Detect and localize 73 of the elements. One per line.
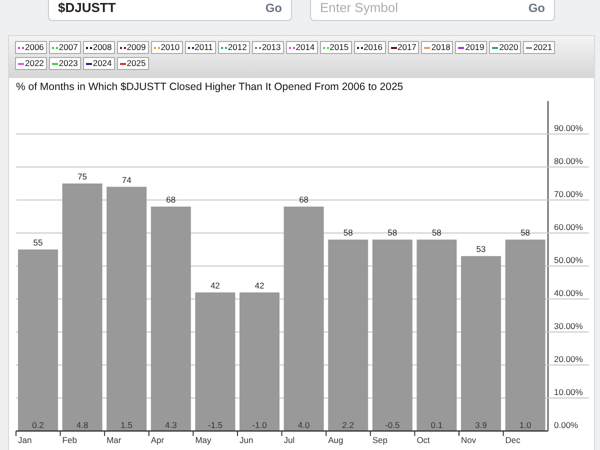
year-toggle[interactable]: 2007 bbox=[48, 41, 81, 54]
symbol-placeholder: Enter Symbol bbox=[320, 0, 400, 18]
bar-value-label: 58 bbox=[520, 228, 530, 238]
bar-value-label: 58 bbox=[388, 228, 398, 238]
average-change-label: 1.5 bbox=[120, 420, 133, 430]
tick-label: 0.00% bbox=[554, 420, 578, 430]
bar-value-label: 58 bbox=[343, 228, 353, 238]
tick-label: 80.00% bbox=[554, 156, 583, 166]
month-label: Sep bbox=[372, 435, 388, 445]
chart-title: % of Months in Which $DJUSTT Closed Higher Than It Opened From 2006 to 2025 bbox=[15, 80, 404, 93]
average-change-label: 0.1 bbox=[430, 420, 443, 430]
symbol-value: $DJUSTT bbox=[58, 0, 117, 18]
tick-label: 20.00% bbox=[554, 354, 583, 364]
tick-label: 30.00% bbox=[554, 321, 583, 331]
year-toggle[interactable]: 2016 bbox=[354, 41, 386, 54]
bar-value-label: 68 bbox=[166, 194, 176, 205]
tick-label: 60.00% bbox=[554, 222, 583, 232]
year-toggle[interactable]: 2013 bbox=[252, 41, 284, 54]
month-label: Apr bbox=[150, 435, 164, 445]
tick-label: 90.00% bbox=[554, 123, 583, 133]
average-change-label: 2.2 bbox=[342, 420, 354, 430]
bar-value-label: 42 bbox=[254, 280, 264, 290]
bar-value-label: 74 bbox=[122, 174, 132, 185]
month-label: Dec bbox=[505, 435, 520, 445]
year-toggle[interactable]: 2019 bbox=[455, 41, 488, 54]
go-button[interactable]: Go bbox=[528, 0, 545, 17]
year-toggle[interactable]: 2009 bbox=[116, 41, 149, 54]
year-toggle[interactable]: 2012 bbox=[218, 41, 250, 54]
year-toggle[interactable]: 2011 bbox=[184, 41, 216, 54]
go-button[interactable]: Go bbox=[265, 0, 282, 17]
average-change-label: 4.8 bbox=[76, 420, 88, 430]
symbol-field[interactable]: Enter Symbol Go bbox=[310, 0, 555, 21]
tick-label: 10.00% bbox=[554, 387, 583, 397]
month-label: Feb bbox=[62, 435, 77, 445]
year-toggle[interactable]: 2024 bbox=[82, 57, 115, 70]
month-label: Jun bbox=[240, 435, 254, 445]
bar-value-label: 75 bbox=[78, 172, 88, 182]
month-label: Jan bbox=[18, 435, 32, 445]
year-toggle[interactable]: 2015 bbox=[320, 41, 352, 54]
average-change-label: 0.2 bbox=[32, 420, 44, 430]
month-label: Jul bbox=[284, 435, 295, 445]
year-toggle[interactable]: 2020 bbox=[489, 41, 522, 54]
tick-label: 40.00% bbox=[554, 288, 583, 298]
bar-value-label: 53 bbox=[476, 244, 486, 254]
average-change-label: -1.0 bbox=[252, 420, 267, 430]
average-change-label: 1.0 bbox=[519, 420, 532, 430]
month-label: May bbox=[195, 435, 212, 445]
year-toggle[interactable]: 2010 bbox=[150, 41, 183, 54]
month-label: Nov bbox=[461, 435, 476, 445]
year-toggle[interactable]: 2014 bbox=[286, 41, 318, 54]
bar-value-label: 68 bbox=[299, 194, 309, 205]
average-change-label: 4.3 bbox=[164, 420, 177, 430]
average-change-label: 3.9 bbox=[475, 420, 487, 430]
bar-value-label: 55 bbox=[33, 238, 43, 248]
year-toggle[interactable]: 2021 bbox=[523, 41, 556, 54]
average-change-label: 4.0 bbox=[298, 420, 310, 430]
average-change-label: -1.5 bbox=[208, 420, 223, 430]
year-toggle[interactable]: 2023 bbox=[48, 57, 81, 70]
year-toggle[interactable]: 2025 bbox=[116, 57, 149, 70]
year-toggle[interactable]: 2008 bbox=[82, 41, 115, 54]
average-change-label: -0.5 bbox=[385, 420, 400, 430]
year-toggle[interactable]: 2017 bbox=[388, 41, 420, 54]
year-toggle[interactable]: 2006 bbox=[15, 41, 47, 54]
bar-value-label: 42 bbox=[210, 280, 220, 290]
year-toggle[interactable]: 2022 bbox=[15, 57, 47, 70]
month-label: Mar bbox=[106, 435, 122, 445]
month-label: Aug bbox=[328, 435, 344, 445]
bar-value-label: 58 bbox=[432, 228, 442, 238]
symbol-field[interactable]: $DJUSTT Go bbox=[48, 0, 292, 21]
tick-label: 50.00% bbox=[554, 255, 583, 265]
month-label: Oct bbox=[416, 435, 430, 445]
tick-label: 70.00% bbox=[554, 189, 583, 199]
year-toggle[interactable]: 2018 bbox=[421, 41, 454, 54]
